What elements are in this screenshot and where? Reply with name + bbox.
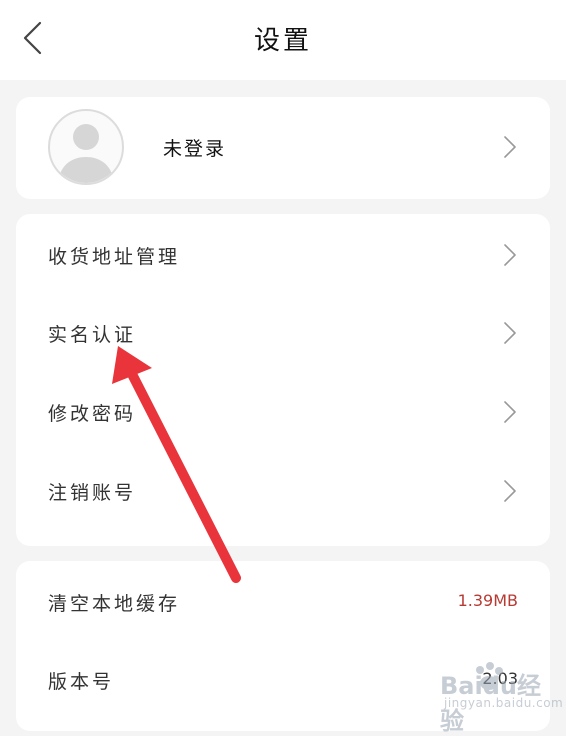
menu-item-real-name-verification[interactable]: 实名认证 (16, 294, 550, 372)
page-title: 设置 (253, 26, 312, 56)
chevron-right-icon (504, 480, 516, 502)
profile-card[interactable]: 未登录 (16, 97, 550, 199)
menu-item-label: 版本号 (48, 671, 115, 693)
menu-item-label: 实名认证 (48, 324, 137, 346)
top-nav-bar: 设置 (0, 0, 566, 80)
menu-item-clear-cache[interactable]: 清空本地缓存 1.39MB (16, 563, 550, 641)
chevron-right-icon (504, 136, 516, 158)
chevron-right-icon (504, 401, 516, 423)
login-status-label: 未登录 (163, 138, 227, 160)
menu-item-shipping-address[interactable]: 收货地址管理 (16, 216, 550, 294)
menu-item-label: 清空本地缓存 (48, 593, 181, 615)
watermark-logo: Baidu经验 jingyan.baidu.com (436, 660, 564, 735)
menu-item-delete-account[interactable]: 注销账号 (16, 452, 550, 530)
watermark-url: jingyan.baidu.com (444, 696, 564, 710)
menu-item-change-password[interactable]: 修改密码 (16, 373, 550, 451)
chevron-right-icon (504, 244, 516, 266)
menu-item-label: 收货地址管理 (48, 246, 181, 268)
chevron-right-icon (504, 322, 516, 344)
default-avatar-icon (48, 109, 124, 185)
account-settings-card: 收货地址管理 实名认证 修改密码 注销账号 (16, 214, 550, 546)
cache-size-value: 1.39MB (457, 591, 518, 610)
menu-item-label: 注销账号 (48, 482, 137, 504)
menu-item-label: 修改密码 (48, 403, 137, 425)
